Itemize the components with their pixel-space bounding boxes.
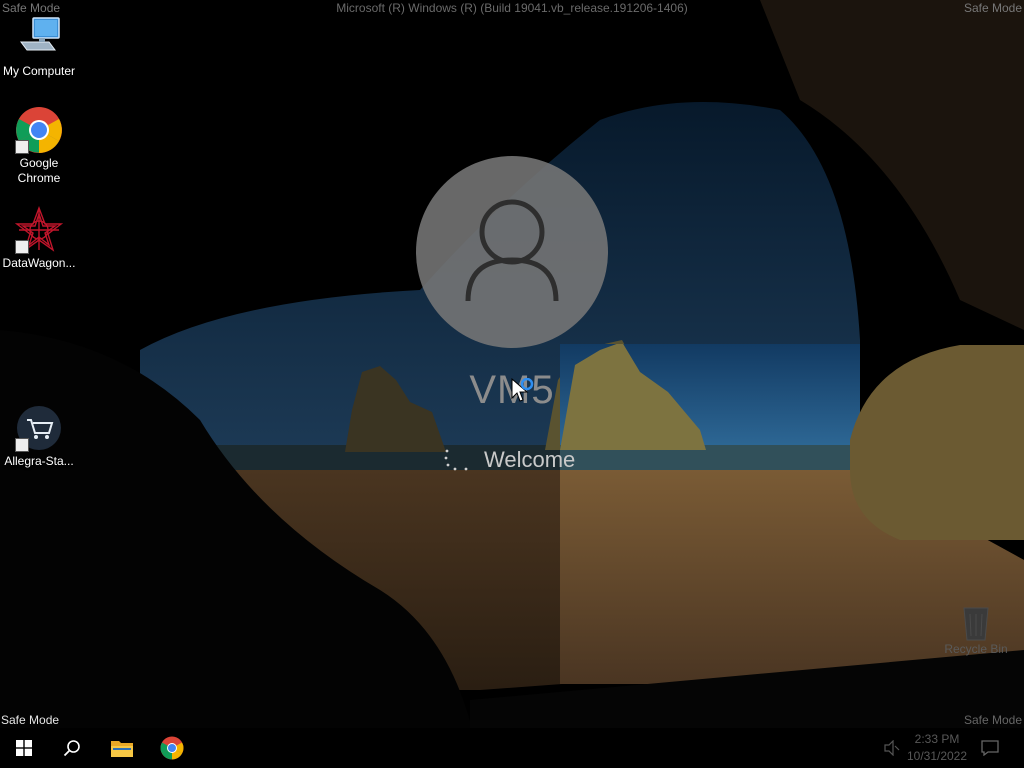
folder-icon — [111, 741, 133, 757]
notification-center-button[interactable] — [968, 728, 1012, 768]
welcome-status-text: Welcome — [484, 447, 576, 472]
windows-logo-icon — [16, 740, 32, 756]
taskbar: 2:33 PM 10/31/2022 — [0, 728, 1024, 768]
loading-spinner-icon — [442, 448, 472, 472]
search-icon — [63, 740, 80, 757]
clock-time: 2:33 PM — [914, 732, 960, 746]
file-explorer-button[interactable] — [98, 728, 146, 768]
search-button[interactable] — [48, 728, 96, 768]
desktop: Safe Mode Microsoft (R) Windows (R) (Bui… — [0, 0, 1024, 768]
login-screen: VM5 Welcome — [0, 0, 1024, 768]
notification-icon — [981, 740, 999, 756]
start-button[interactable] — [0, 728, 48, 768]
volume-icon — [884, 740, 900, 756]
clock-date: 10/31/2022 — [906, 749, 968, 763]
busy-cursor-icon — [511, 377, 537, 411]
user-icon — [465, 199, 559, 302]
tray-clock[interactable]: 2:33 PM 10/31/2022 — [902, 731, 972, 765]
user-avatar — [416, 156, 608, 348]
chrome-taskbar-button[interactable] — [148, 728, 196, 768]
chrome-icon — [160, 736, 184, 760]
